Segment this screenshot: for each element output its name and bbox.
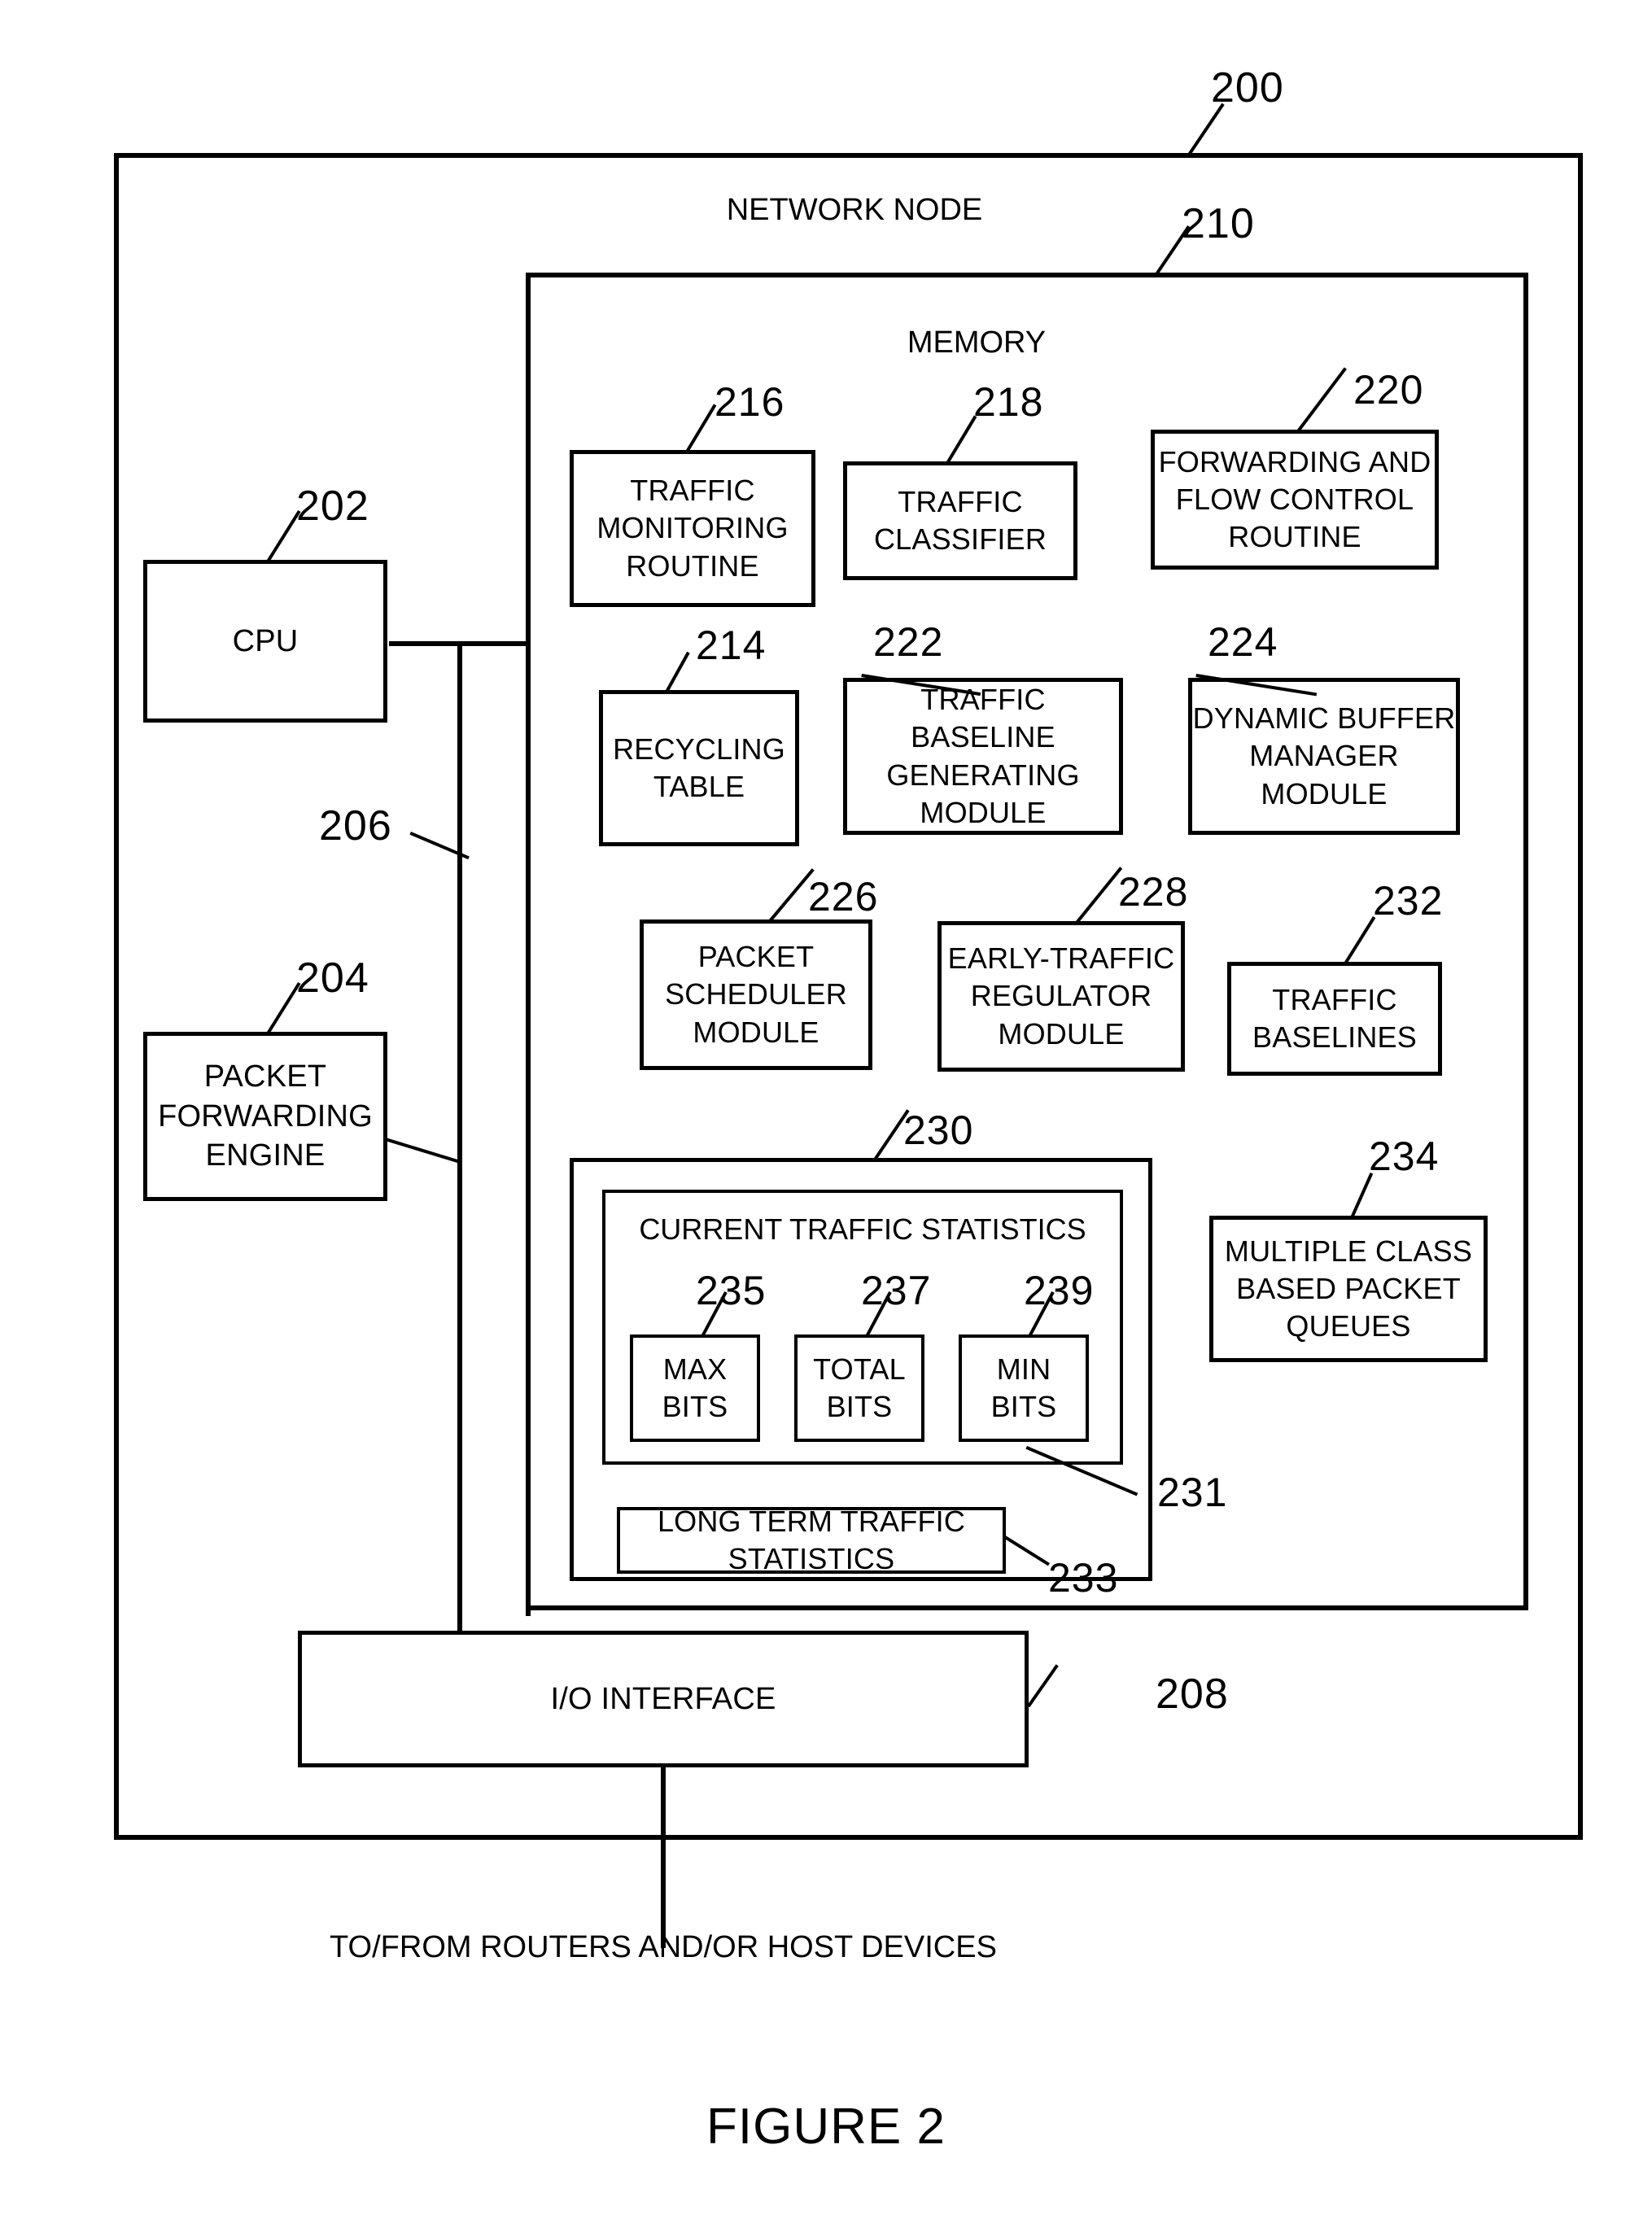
ref-228: 228 [1118,869,1189,915]
psm-line2: SCHEDULER [665,977,847,1011]
ref-237: 237 [861,1268,932,1313]
tc-line1: TRAFFIC [898,484,1023,518]
io-interface-label: I/O INTERFACE [550,1681,776,1716]
dbmm-line2: MANAGER [1249,739,1399,773]
max-bits-line2: BITS [662,1390,728,1423]
ref-214: 214 [696,622,767,668]
ref-206: 206 [319,802,392,850]
psm-line1: PACKET [697,940,815,974]
tb-line2: BASELINES [1252,1020,1417,1054]
multiple-class-based-packet-queues-box: MULTIPLE CLASS BASED PACKET QUEUES [1209,1216,1488,1362]
current-traffic-statistics-title: CURRENT TRAFFIC STATISTICS [639,1212,1086,1246]
ref-226: 226 [808,874,879,919]
ltts-line1: LONG TERM TRAFFIC [657,1504,966,1538]
pfe-label-line2: FORWARDING [158,1099,373,1134]
cpu-box: CPU [143,560,387,723]
ref-210: 210 [1182,200,1255,247]
patent-figure-page: 200 NETWORK NODE 210 MEMORY 206 CPU 202 … [0,0,1652,2219]
dynamic-buffer-manager-module-box: DYNAMIC BUFFER MANAGER MODULE [1188,678,1460,835]
ffcr-line1: FORWARDING AND [1158,444,1431,478]
mcbpq-line2: BASED PACKET [1236,1271,1461,1305]
bus-tie-memory [457,641,531,646]
dbmm-line1: DYNAMIC BUFFER [1192,701,1456,736]
max-bits-box: MAX BITS [630,1334,760,1442]
ref-220: 220 [1353,367,1424,413]
pfe-label-line3: ENGINE [205,1138,326,1173]
mcbpq-line1: MULTIPLE CLASS [1224,1234,1473,1268]
etrm-line3: MODULE [998,1016,1125,1051]
total-bits-line2: BITS [826,1390,893,1423]
tc-line2: CLASSIFIER [873,522,1047,556]
min-bits-box: MIN BITS [959,1334,1089,1442]
tbgm-line1: TRAFFIC BASELINE [911,683,1055,754]
network-node-title: NETWORK NODE [726,193,983,227]
ref-239: 239 [1024,1268,1095,1313]
ref-202: 202 [296,483,369,530]
long-term-traffic-statistics-box: LONG TERM TRAFFIC STATISTICS [617,1505,1006,1575]
early-traffic-regulator-module-box: EARLY-TRAFFIC REGULATOR MODULE [937,921,1185,1072]
traffic-monitoring-routine-box: TRAFFIC MONITORING ROUTINE [570,450,815,607]
ref-222: 222 [873,619,944,665]
total-bits-line1: TOTAL [813,1352,906,1386]
memory-title: MEMORY [907,325,1047,360]
forwarding-flow-control-routine-box: FORWARDING AND FLOW CONTROL ROUTINE [1151,430,1439,570]
ltts-line2: STATISTICS [728,1542,895,1575]
psm-line3: MODULE [693,1015,819,1049]
tbgm-line3: MODULE [920,795,1047,829]
rt-line2: TABLE [653,770,745,803]
leader-200 [1188,103,1225,155]
tbgm-line2: GENERATING [886,758,1080,792]
ref-235: 235 [696,1268,767,1313]
ref-230: 230 [903,1107,974,1153]
min-bits-line2: BITS [990,1390,1057,1423]
max-bits-line1: MAX [662,1352,728,1386]
ref-208: 208 [1156,1671,1229,1718]
ref-231: 231 [1157,1470,1228,1515]
figure-caption: FIGURE 2 [706,2099,946,2155]
bottom-note: TO/FROM ROUTERS AND/OR HOST DEVICES [330,1930,997,1964]
bus-vertical-outer [526,641,531,1616]
etrm-line1: EARLY-TRAFFIC [947,941,1175,976]
ref-233: 233 [1048,1555,1119,1601]
io-external-link [661,1767,666,1948]
cpu-label: CPU [232,623,299,658]
pfe-label-line1: PACKET [203,1059,327,1094]
ffcr-line3: ROUTINE [1228,520,1361,554]
ref-232: 232 [1373,878,1444,924]
traffic-baselines-box: TRAFFIC BASELINES [1227,962,1442,1076]
tmr-line2: MONITORING [597,511,789,545]
ref-204: 204 [296,954,369,1002]
traffic-classifier-box: TRAFFIC CLASSIFIER [843,461,1077,580]
rt-line1: RECYCLING [613,732,785,766]
dbmm-line3: MODULE [1261,776,1388,810]
total-bits-box: TOTAL BITS [794,1334,924,1442]
tb-line1: TRAFFIC [1272,982,1397,1016]
mcbpq-line3: QUEUES [1286,1309,1411,1343]
packet-forwarding-engine-box: PACKET FORWARDING ENGINE [143,1032,387,1201]
ref-234: 234 [1369,1134,1440,1179]
ref-216: 216 [715,379,785,425]
bus-vertical-inner [457,641,462,1631]
tmr-line3: ROUTINE [626,548,759,583]
tmr-line1: TRAFFIC [630,474,755,508]
traffic-baseline-generating-module-box: TRAFFIC BASELINE GENERATING MODULE [843,678,1123,835]
packet-scheduler-module-box: PACKET SCHEDULER MODULE [640,919,872,1070]
ffcr-line2: FLOW CONTROL [1175,482,1414,516]
io-interface-box: I/O INTERFACE [298,1631,1029,1767]
etrm-line2: REGULATOR [970,979,1152,1013]
ref-218: 218 [973,379,1044,425]
recycling-table-box: RECYCLING TABLE [599,690,799,846]
ref-224: 224 [1208,619,1278,665]
min-bits-line1: MIN [996,1352,1051,1386]
